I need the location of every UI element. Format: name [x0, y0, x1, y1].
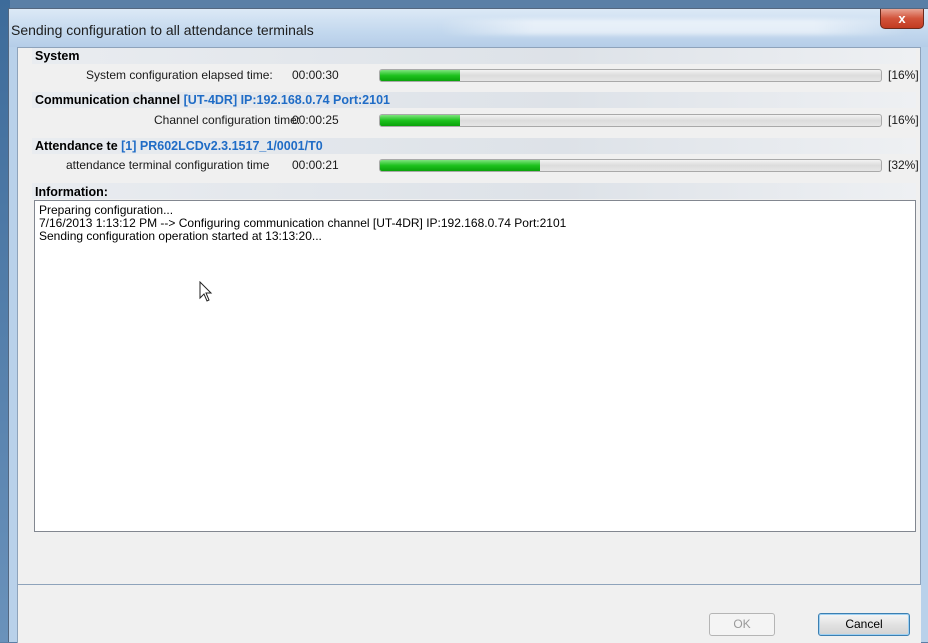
ok-button[interactable]: OK — [709, 613, 775, 636]
channel-heading: Communication channel [UT-4DR] IP:192.16… — [35, 93, 390, 107]
terminal-progress-percent: [32%] — [888, 158, 919, 172]
terminal-heading: Attendance te [1] PR602LCDv2.3.1517_1/00… — [35, 139, 323, 153]
dialog-window: Sending configuration to all attendance … — [8, 8, 928, 643]
terminal-heading-detail: [1] PR602LCDv2.3.1517_1/0001/T0 — [121, 139, 323, 153]
channel-time-label: Channel configuration time: — [154, 113, 301, 127]
close-button[interactable]: x — [880, 9, 924, 29]
system-heading: System — [35, 49, 80, 63]
channel-time: 00:00:25 — [292, 113, 339, 127]
terminal-progress-bar — [379, 159, 882, 172]
channel-progress-fill — [380, 115, 461, 126]
channel-progress-percent: [16%] — [888, 113, 919, 127]
system-progress-fill — [380, 70, 461, 81]
terminal-progress-fill — [380, 160, 541, 171]
channel-progress-bar — [379, 114, 882, 127]
system-elapsed-time: 00:00:30 — [292, 68, 339, 82]
terminal-time: 00:00:21 — [292, 158, 339, 172]
system-section-header — [32, 48, 916, 64]
cancel-button[interactable]: Cancel — [818, 613, 910, 636]
terminal-heading-prefix: Attendance te — [35, 139, 118, 153]
system-progress-percent: [16%] — [888, 68, 919, 82]
information-heading: Information: — [35, 185, 108, 199]
window-title: Sending configuration to all attendance … — [11, 22, 314, 38]
information-section-header — [32, 183, 916, 199]
log-line: Sending configuration operation started … — [39, 229, 322, 243]
system-progress-bar — [379, 69, 882, 82]
dialog-footer — [17, 585, 921, 643]
title-bar-glow — [439, 19, 909, 35]
terminal-time-label: attendance terminal configuration time — [66, 158, 270, 172]
information-log[interactable]: Preparing configuration... 7/16/2013 1:1… — [34, 200, 916, 532]
mouse-pointer-icon — [199, 281, 213, 302]
title-bar[interactable]: Sending configuration to all attendance … — [9, 9, 928, 47]
channel-heading-prefix: Communication channel — [35, 93, 181, 107]
system-elapsed-label: System configuration elapsed time: — [86, 68, 273, 82]
channel-heading-detail: [UT-4DR] IP:192.168.0.74 Port:2101 — [183, 93, 390, 107]
close-icon: x — [898, 11, 906, 26]
